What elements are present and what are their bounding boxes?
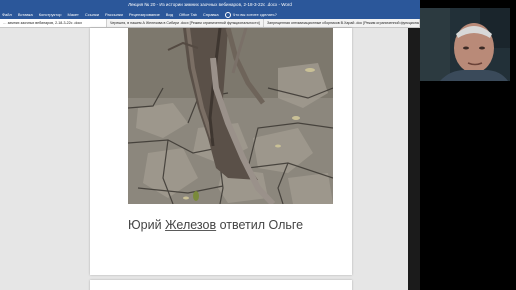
tell-me-search[interactable]: Что вы хотите сделать?	[224, 11, 277, 18]
document-tab[interactable]: Черешня, в нашем А Железова в Сибири .do…	[107, 19, 264, 27]
ribbon-tabs: Файл Вставка Конструктор Макет Ссылки Ра…	[0, 10, 420, 19]
tab-view[interactable]: Вид	[166, 10, 179, 19]
tab-review[interactable]: Рецензирование	[129, 10, 166, 19]
reply-caption: Юрий Железов ответил Ольге	[128, 218, 303, 232]
webcam-overlay	[420, 8, 510, 81]
document-tab-active[interactable]: … зимних заочных вебинаров, 2-18-3-22с .…	[0, 19, 107, 27]
document-tabs: … зимних заочных вебинаров, 2-18-3-22с .…	[0, 19, 420, 28]
document-image[interactable]	[128, 28, 333, 204]
tell-me-label: Что вы хотите сделать?	[232, 12, 277, 17]
title-bar: Лекция № 20 - Из истории зимних заочных …	[0, 0, 420, 10]
tab-help[interactable]: Справка	[203, 10, 225, 19]
tab-layout[interactable]: Макет	[68, 10, 85, 19]
lightbulb-icon	[224, 11, 231, 18]
caption-suffix: ответил Ольге	[216, 218, 304, 232]
next-document-page[interactable]	[90, 280, 352, 290]
window-title: Лекция № 20 - Из истории зимних заочных …	[128, 2, 292, 7]
tab-references[interactable]: Ссылки	[85, 10, 105, 19]
document-tab[interactable]: Запрещенная оптимизационные сборников В.…	[264, 19, 420, 27]
vertical-scrollbar[interactable]	[408, 28, 420, 290]
document-canvas[interactable]: Юрий Железов ответил Ольге	[0, 28, 420, 290]
tab-mailings[interactable]: Рассылки	[105, 10, 129, 19]
tab-file[interactable]: Файл	[2, 10, 18, 19]
presenter-webcam-image	[420, 8, 510, 81]
word-window: Лекция № 20 - Из истории зимних заочных …	[0, 0, 420, 290]
tab-office-tab[interactable]: Office Tab	[179, 10, 203, 19]
tab-insert[interactable]: Вставка	[18, 10, 39, 19]
caption-prefix: Юрий	[128, 218, 166, 232]
dry-soil-photo	[128, 28, 333, 204]
document-page[interactable]: Юрий Железов ответил Ольге	[90, 28, 352, 275]
caption-author-name: Железов	[165, 218, 217, 232]
tab-design[interactable]: Конструктор	[39, 10, 68, 19]
